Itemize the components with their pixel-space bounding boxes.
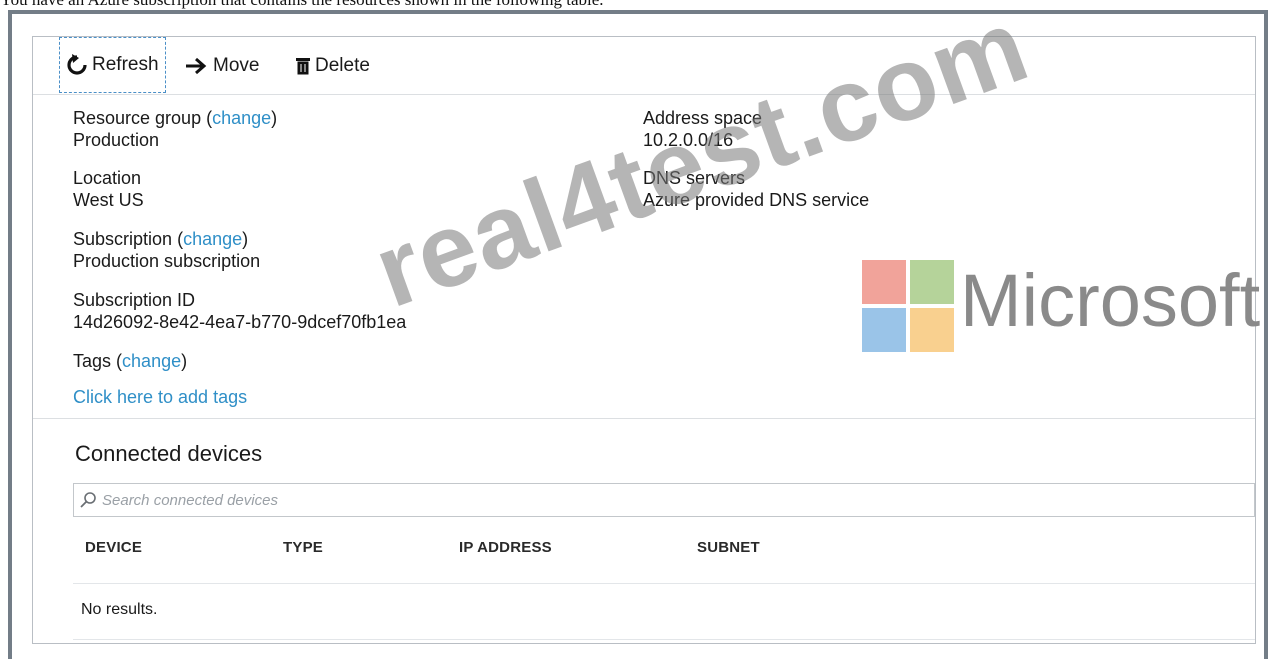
dns-servers-property: DNS servers Azure provided DNS service [643,167,869,211]
microsoft-wordmark: Microsoft [960,259,1261,342]
subscription-id-label: Subscription ID [73,290,196,310]
logo-square-yellow [910,308,954,352]
tags-label: Tags [73,351,112,371]
address-space-value: 10.2.0.0/16 [643,130,734,150]
column-header-type[interactable]: TYPE [283,539,323,556]
delete-button[interactable]: Delete [295,37,370,95]
search-icon [80,492,96,508]
add-tags-link[interactable]: Click here to add tags [73,387,247,407]
arrow-right-icon [186,57,207,75]
location-value: West US [73,190,144,210]
logo-square-blue [862,308,906,352]
trash-icon [296,58,310,75]
column-header-ip-address[interactable]: IP ADDRESS [459,539,552,556]
subscription-value-link[interactable]: Production subscription [73,250,260,272]
microsoft-logo-icon [862,260,954,352]
subscription-id-value: 14d26092-8e42-4ea7-b770-9dcef70fb1ea [73,312,407,332]
subscription-property: Subscription (change) Production subscri… [73,229,261,272]
connected-devices-title: Connected devices [75,441,263,466]
refresh-button[interactable]: Refresh [59,37,166,93]
resource-group-value-link[interactable]: Production [73,129,277,151]
command-bar: Refresh Move Delete [33,37,1255,95]
move-label: Move [213,55,260,76]
logo-square-red [862,260,906,304]
empty-state-text: No results. [81,601,158,618]
resource-group-change-link[interactable]: change [212,108,271,128]
tags-property: Tags (change) [73,351,188,371]
column-header-subnet[interactable]: SUBNET [697,539,760,556]
subscription-label: Subscription [73,229,173,249]
add-tags-property: Click here to add tags [73,386,247,408]
subscription-id-property: Subscription ID 14d26092-8e42-4ea7-b770-… [73,289,406,333]
delete-label: Delete [315,55,370,76]
resource-group-property: Resource group (change) Production [73,108,278,151]
subscription-change-link[interactable]: change [183,229,242,249]
address-space-property: Address space 10.2.0.0/16 [643,107,762,151]
logo-square-green [910,260,954,304]
address-space-label: Address space [643,108,763,128]
section-divider [33,418,1255,419]
search-box[interactable] [73,483,1255,517]
column-header-device[interactable]: DEVICE [85,539,142,556]
move-button[interactable]: Move [185,37,259,95]
dns-servers-value: Azure provided DNS service [643,190,870,210]
tags-change-link[interactable]: change [122,351,181,371]
location-label: Location [73,168,142,188]
table-bottom-divider [73,639,1255,640]
search-input[interactable] [100,490,704,510]
table-header-divider [73,583,1255,584]
question-caption: You have an Azure subscription that cont… [0,0,604,10]
refresh-icon [67,54,87,75]
resource-group-label: Resource group [73,108,202,128]
dns-servers-label: DNS servers [643,168,746,188]
refresh-label: Refresh [92,54,159,75]
location-property: Location West US [73,167,144,211]
